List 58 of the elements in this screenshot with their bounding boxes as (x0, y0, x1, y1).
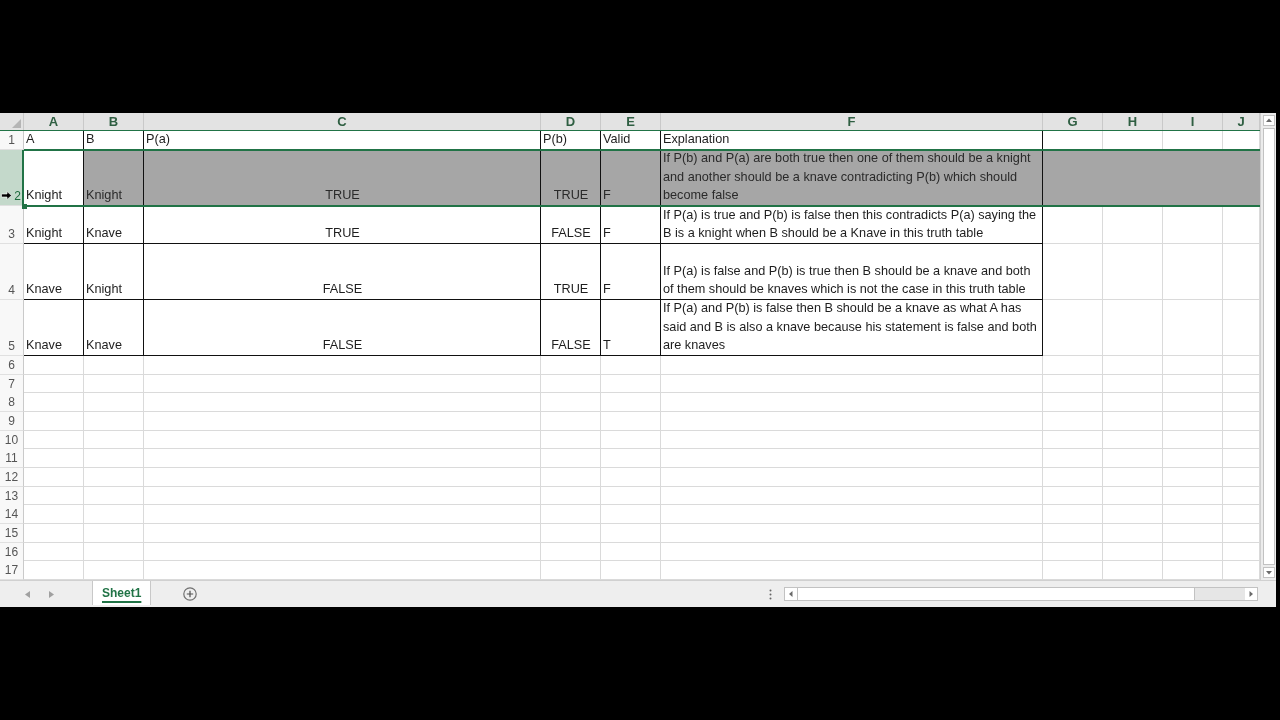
row-header[interactable]: 4 (0, 244, 24, 300)
column-header[interactable]: D (541, 113, 601, 130)
row-header[interactable]: 9 (0, 412, 24, 431)
scrollbar-thumb[interactable] (1262, 128, 1275, 565)
sheet-cell[interactable]: F (601, 206, 661, 244)
row-header[interactable]: 3 (0, 206, 24, 244)
sheet-cell[interactable]: FALSE (541, 300, 601, 356)
sheet-cell[interactable]: F (601, 150, 661, 206)
sheet-cell[interactable]: Knave (24, 300, 84, 356)
sheet-cell[interactable]: Knave (84, 300, 144, 356)
column-header[interactable]: F (661, 113, 1043, 130)
sheet-cell[interactable]: FALSE (144, 300, 541, 356)
sheet-cell[interactable]: T (601, 300, 661, 356)
sheet-cell[interactable]: TRUE (541, 244, 601, 300)
scrollbar-thumb[interactable] (797, 588, 1195, 600)
sheet-cell[interactable]: Knight (84, 150, 144, 206)
sheet-cell[interactable]: Knight (24, 206, 84, 244)
left-triangle-icon[interactable] (25, 590, 30, 598)
row-header[interactable]: 1 (0, 131, 24, 150)
column-header[interactable]: C (144, 113, 541, 130)
column-header[interactable]: G (1043, 113, 1103, 130)
sheet-cell[interactable]: FALSE (144, 244, 541, 300)
right-arrow-icon (1, 191, 13, 200)
sheet-cell[interactable]: If P(a) is false and P(b) is true then B should be a knave and both of them should be knaves which is not the case in this truth table (661, 244, 1043, 300)
column-header[interactable]: I (1163, 113, 1223, 130)
fill-handle-icon[interactable] (22, 204, 27, 209)
sheet-cell[interactable]: TRUE (144, 150, 541, 206)
sheet-tab[interactable]: Sheet1 (92, 581, 152, 605)
row-header[interactable]: 8 (0, 393, 24, 412)
sheet-cell[interactable]: Knave (24, 244, 84, 300)
row-header[interactable]: 2 (0, 150, 24, 206)
horizontal-scrollbar[interactable] (784, 587, 1258, 601)
sheet-cell[interactable]: FALSE (541, 206, 601, 244)
row-header[interactable]: 17 (0, 561, 24, 580)
sheet-cell[interactable]: Knight (84, 244, 144, 300)
sheet-cell[interactable]: F (601, 244, 661, 300)
column-header[interactable]: H (1103, 113, 1163, 130)
column-header[interactable]: E (601, 113, 661, 130)
sheet-cell[interactable]: If P(a) and P(b) is false then B should be a knave as what A has said and B is also a knave because his statement is false and both are knaves (661, 300, 1043, 356)
row-header[interactable]: 12 (0, 468, 24, 487)
row-header[interactable]: 14 (0, 505, 24, 524)
sheet-cell[interactable]: If P(a) is true and P(b) is false then this contradicts P(a) saying the B is a knight when B should be a Knave in this truth table (661, 206, 1043, 244)
row-header[interactable]: 15 (0, 524, 24, 543)
sheet-cell[interactable]: TRUE (541, 150, 601, 206)
row-header[interactable]: 11 (0, 449, 24, 468)
sheet-cell[interactable]: Knave (84, 206, 144, 244)
column-header[interactable]: B (84, 113, 144, 130)
corner-triangle-icon (12, 119, 21, 128)
row-header[interactable]: 6 (0, 356, 24, 375)
column-header[interactable]: A (24, 113, 84, 130)
vertical-scrollbar[interactable] (1260, 113, 1276, 580)
sheet-cell[interactable]: TRUE (144, 206, 541, 244)
plus-circle-icon[interactable] (183, 587, 198, 601)
sheet-cell[interactable]: If P(b) and P(a) are both true then one of them should be a knight and another should be a knave contradicting P(b) which should become false (661, 150, 1043, 206)
right-triangle-icon[interactable] (49, 590, 54, 598)
vertical-dots-icon[interactable] (769, 588, 772, 600)
row-header[interactable]: 5 (0, 300, 24, 356)
sheet-cell[interactable]: Knight (24, 150, 84, 206)
